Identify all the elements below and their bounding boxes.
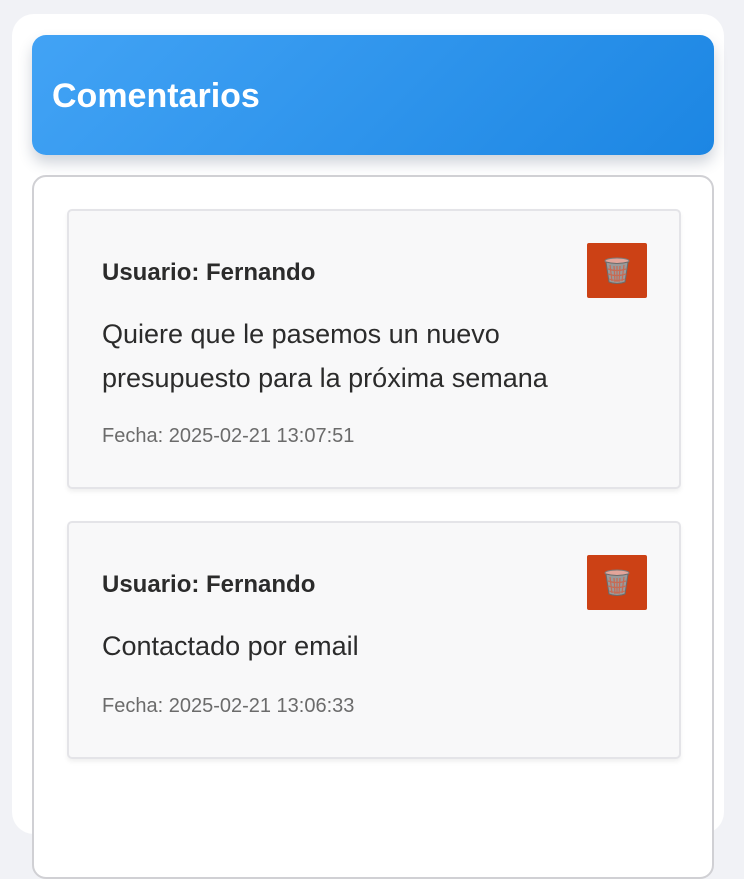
comments-list: Usuario: Fernando Quiere que le pasemos …: [32, 175, 714, 879]
comment-item: Usuario: Fernando Contactado por email F…: [67, 521, 681, 759]
comment-user: Usuario: Fernando: [102, 571, 316, 598]
comment-date: Fecha: 2025-02-21 13:06:33: [102, 695, 355, 717]
comment-user: Usuario: Fernando: [102, 259, 316, 286]
comment-text: Contactado por email: [102, 631, 359, 661]
wastebasket-icon: [604, 569, 630, 596]
wastebasket-icon: [604, 257, 630, 284]
comment-item: Usuario: Fernando Quiere que le pasemos …: [67, 209, 681, 489]
comment-date: Fecha: 2025-02-21 13:07:51: [102, 425, 355, 447]
comments-header: Comentarios: [32, 35, 714, 155]
comments-card: Comentarios Usuario: Fernando Quiere que…: [12, 14, 724, 879]
page-title: Comentarios: [52, 77, 260, 115]
delete-comment-button[interactable]: [587, 243, 647, 298]
comment-text: Quiere que le pasemos un nuevo presupues…: [102, 319, 548, 393]
delete-comment-button[interactable]: [587, 555, 647, 610]
